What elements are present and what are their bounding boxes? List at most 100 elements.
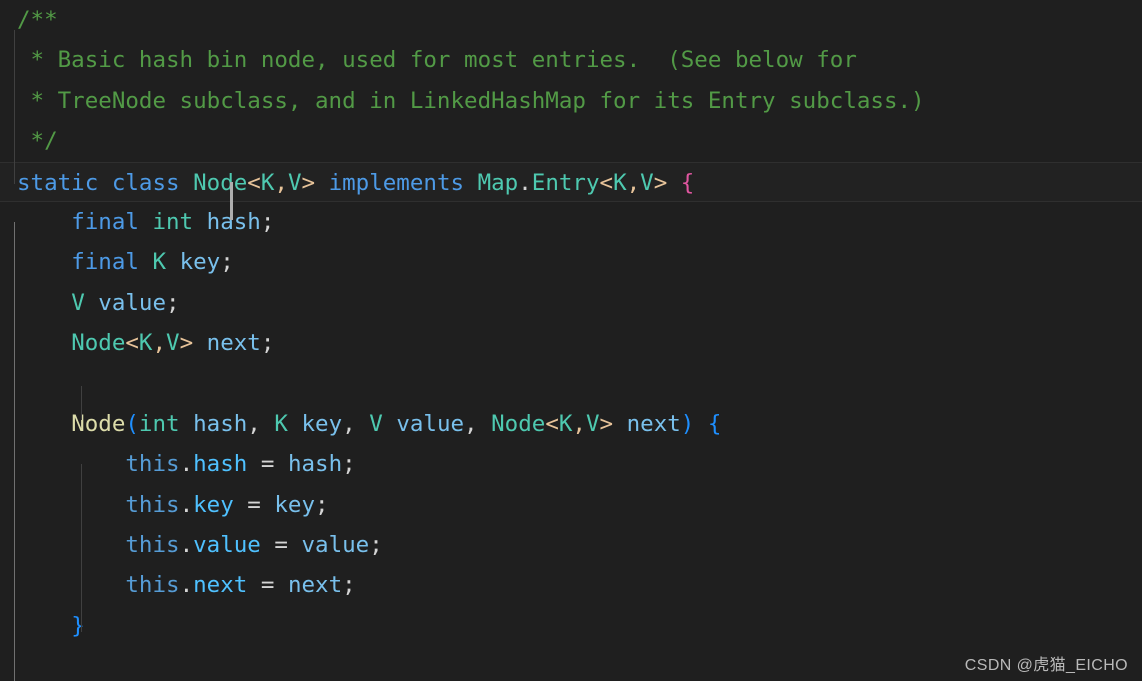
comma: , [342, 410, 356, 437]
code-line-11[interactable]: Node(int hash, K key, V value, Node<K,V>… [0, 404, 1142, 444]
type-param-v: V [287, 169, 302, 196]
comma: , [464, 410, 478, 437]
paren-open-level2: ( [125, 410, 139, 437]
code-line-3[interactable]: * TreeNode subclass, and in LinkedHashMa… [0, 81, 1142, 121]
indent-guide-class-scope [14, 222, 15, 681]
param-key: key [274, 491, 316, 518]
code-line-9[interactable]: Node<K,V> next; [0, 323, 1142, 363]
param-hash: hash [287, 451, 343, 478]
brace-open-level2: { [707, 410, 722, 437]
type-param-v: V [166, 330, 180, 357]
comma: , [247, 410, 261, 437]
param-hash: hash [193, 410, 248, 437]
code-line-10[interactable] [0, 364, 1142, 404]
type-param-v: V [640, 169, 654, 196]
param-key: key [301, 410, 343, 437]
code-line-8[interactable]: V value; [0, 283, 1142, 323]
dot: . [518, 169, 532, 196]
keyword-this: this [125, 572, 180, 599]
type-param-v: V [71, 289, 85, 316]
dot: . [179, 491, 194, 518]
param-next: next [287, 572, 343, 599]
code-line-6[interactable]: final int hash; [0, 202, 1142, 242]
type-param-k: K [260, 169, 275, 196]
property-value: value [193, 532, 261, 559]
type-param-k: K [613, 169, 627, 196]
code-line-14[interactable]: this.value = value; [0, 525, 1142, 565]
angle-open: < [125, 330, 139, 357]
angle-close: > [179, 330, 194, 357]
angle-close: > [653, 169, 668, 196]
type-param-v: V [369, 410, 383, 437]
indent-guide-comment [14, 30, 15, 184]
code-editor[interactable]: /** * Basic hash bin node, used for most… [0, 0, 1142, 681]
type-entry: Entry [531, 169, 600, 196]
type-param-v: V [585, 410, 600, 437]
keyword-this: this [125, 491, 180, 518]
code-line-7[interactable]: final K key; [0, 242, 1142, 282]
code-line-13[interactable]: this.key = key; [0, 485, 1142, 525]
angle-open: < [599, 169, 614, 196]
comment-token: */ [17, 128, 58, 155]
keyword-final: final [71, 208, 139, 235]
type-node: Node [71, 330, 126, 357]
assign-operator: = [247, 491, 261, 518]
code-line-1[interactable]: /** [0, 0, 1142, 40]
text-caret [230, 182, 233, 220]
semicolon: ; [260, 208, 275, 235]
property-next: next [193, 572, 248, 599]
assign-operator: = [274, 532, 288, 559]
code-line-15[interactable]: this.next = next; [0, 565, 1142, 605]
param-value: value [396, 410, 465, 437]
comma: , [626, 169, 641, 196]
code-content[interactable]: /** * Basic hash bin node, used for most… [0, 0, 1142, 681]
comma: , [152, 330, 167, 357]
type-param-k: K [274, 410, 288, 437]
code-line-5[interactable]: static class Node<K,V> implements Map.En… [0, 161, 1142, 202]
brace-open-level1: { [680, 169, 695, 196]
code-line-4[interactable]: */ [0, 121, 1142, 161]
param-value: value [301, 532, 370, 559]
semicolon: ; [342, 451, 356, 478]
type-int: int [152, 208, 194, 235]
code-line-16[interactable]: } [0, 606, 1142, 646]
keyword-this: this [125, 451, 180, 478]
type-map: Map [477, 169, 519, 196]
type-param-k: K [152, 249, 167, 276]
code-line-2[interactable]: * Basic hash bin node, used for most ent… [0, 40, 1142, 80]
comma: , [274, 169, 288, 196]
comment-token: * Basic hash bin node, used for most ent… [17, 47, 857, 74]
property-key: key [193, 491, 234, 518]
param-next: next [626, 410, 681, 437]
comment-token: * TreeNode subclass, and in LinkedHashMa… [17, 87, 925, 114]
code-line-12[interactable]: this.hash = hash; [0, 444, 1142, 484]
watermark-label: CSDN @虎猫_EICHO [964, 657, 1128, 674]
type-int: int [138, 410, 180, 437]
angle-open: < [545, 410, 559, 437]
